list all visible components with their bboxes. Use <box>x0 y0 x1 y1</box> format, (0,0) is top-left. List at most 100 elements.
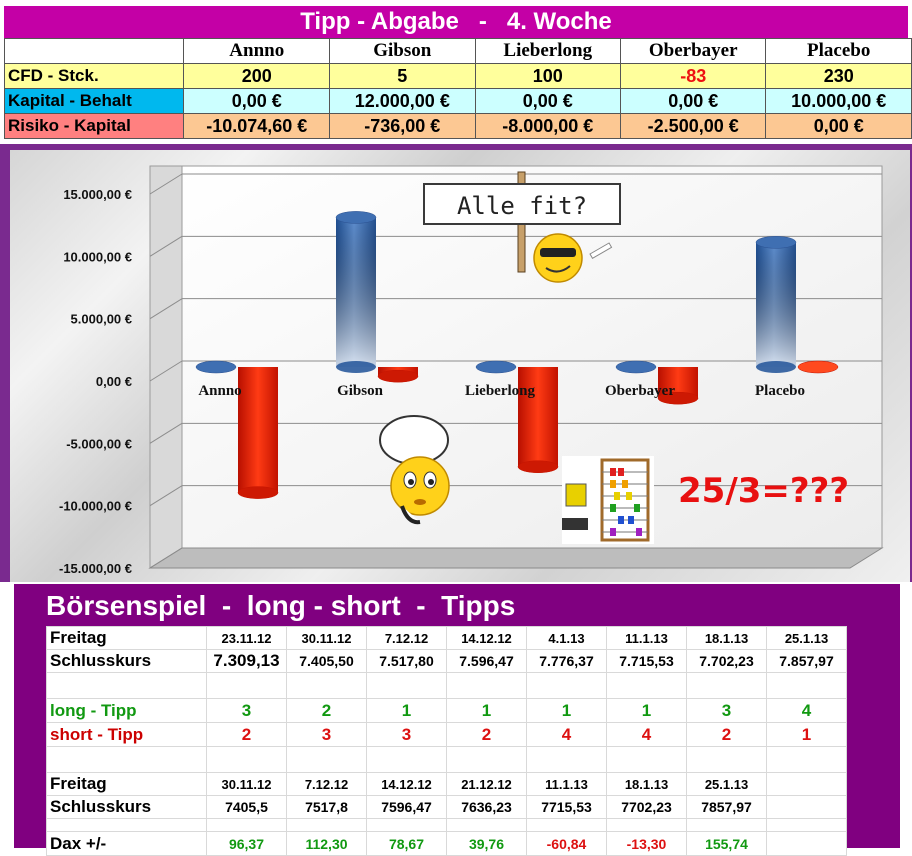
row-label: long - Tipp <box>47 699 207 723</box>
tipps-table: Freitag 23.11.12 30.11.12 7.12.12 14.12.… <box>46 626 847 856</box>
price-cell: 7857,97 <box>687 796 767 819</box>
short-cell: 1 <box>767 723 847 747</box>
table-cell: 0,00 € <box>184 89 330 114</box>
row-label: CFD - Stck. <box>5 64 184 89</box>
table-cell: 10.000,00 € <box>766 89 912 114</box>
bar <box>238 367 278 493</box>
short-cell: 3 <box>287 723 367 747</box>
table-cell: 230 <box>766 64 912 89</box>
freitag-row-2: Freitag 30.11.12 7.12.12 14.12.12 21.12.… <box>47 773 847 796</box>
table-cell: 0,00 € <box>620 89 765 114</box>
table-cell: -8.000,00 € <box>475 114 620 139</box>
bar-cap <box>798 361 838 373</box>
date-cell: 7.12.12 <box>367 627 447 650</box>
y-tick-label: -15.000,00 € <box>59 561 132 576</box>
header-player: Annno <box>184 39 330 64</box>
spacer-row <box>47 819 847 832</box>
long-cell: 1 <box>447 699 527 723</box>
row-label: Schlusskurs <box>47 796 207 819</box>
long-cell: 3 <box>687 699 767 723</box>
header-row: Annno Gibson Lieberlong Oberbayer Placeb… <box>5 39 912 64</box>
header-player: Placebo <box>766 39 912 64</box>
price-cell: 7715,53 <box>527 796 607 819</box>
chart-side-wall <box>150 166 182 568</box>
row-label: Kapital - Behalt <box>5 89 184 114</box>
bar-cap <box>476 361 516 373</box>
date-cell: 18.1.13 <box>607 773 687 796</box>
price-cell: 7702,23 <box>607 796 687 819</box>
table-cell: -10.074,60 € <box>184 114 330 139</box>
x-tick-label: Placebo <box>755 383 805 399</box>
schlusskurs-row-1: Schlusskurs 7.309,13 7.405,50 7.517,80 7… <box>47 650 847 673</box>
bar-base <box>756 361 796 373</box>
y-tick-label: 15.000,00 € <box>63 187 132 202</box>
price-cell: 7.596,47 <box>447 650 527 673</box>
table-cell: 200 <box>184 64 330 89</box>
row-label: short - Tipp <box>47 723 207 747</box>
short-cell: 2 <box>447 723 527 747</box>
bar-shade <box>756 242 796 367</box>
price-cell: 7.309,13 <box>207 650 287 673</box>
table-cell: 100 <box>475 64 620 89</box>
bar-base <box>238 487 278 499</box>
row-label: Freitag <box>47 773 207 796</box>
row-label: Freitag <box>47 627 207 650</box>
table-cell: 0,00 € <box>475 89 620 114</box>
table-cell: -2.500,00 € <box>620 114 765 139</box>
long-cell: 2 <box>287 699 367 723</box>
spacer-row <box>47 673 847 699</box>
bar <box>518 367 558 467</box>
bar-cap <box>196 361 236 373</box>
short-cell: 4 <box>607 723 687 747</box>
date-cell: 18.1.13 <box>687 627 767 650</box>
header-player: Lieberlong <box>475 39 620 64</box>
short-cell: 4 <box>527 723 607 747</box>
bar-cap <box>616 361 656 373</box>
x-tick-label: Gibson <box>337 383 384 399</box>
bar-cap <box>336 211 376 223</box>
title-banner: Tipp - Abgabe - 4. Woche <box>4 6 908 38</box>
bar-shade <box>336 217 376 367</box>
long-cell: 3 <box>207 699 287 723</box>
table-cell: -83 <box>620 64 765 89</box>
smiley-face-icon <box>534 234 582 282</box>
date-cell: 4.1.13 <box>527 627 607 650</box>
header-player: Oberbayer <box>620 39 765 64</box>
kapital-row: Kapital - Behalt 0,00 € 12.000,00 € 0,00… <box>5 89 912 114</box>
abacus-illustration <box>562 456 654 544</box>
long-tipp-row: long - Tipp 3 2 1 1 1 1 3 4 <box>47 699 847 723</box>
capital-table: Annno Gibson Lieberlong Oberbayer Placeb… <box>4 38 912 139</box>
date-cell: 30.11.12 <box>287 627 367 650</box>
bar-base <box>518 461 558 473</box>
x-tick-label: Lieberlong <box>465 383 535 399</box>
cfd-row: CFD - Stck. 200 5 100 -83 230 <box>5 64 912 89</box>
y-tick-label: 5.000,00 € <box>71 312 132 327</box>
date-cell: 30.11.12 <box>207 773 287 796</box>
bar-base <box>378 370 418 382</box>
date-cell: 25.1.13 <box>687 773 767 796</box>
schlusskurs-row-2: Schlusskurs 7405,5 7517,8 7596,47 7636,2… <box>47 796 847 819</box>
x-tick-label: Oberbayer <box>605 383 675 399</box>
short-cell: 2 <box>207 723 287 747</box>
capital-chart: 15.000,00 €10.000,00 €5.000,00 €0,00 €-5… <box>10 150 910 582</box>
table-cell: 5 <box>330 64 476 89</box>
date-cell: 21.12.12 <box>447 773 527 796</box>
date-cell: 11.1.13 <box>527 773 607 796</box>
date-cell: 23.11.12 <box>207 627 287 650</box>
header-player: Gibson <box>330 39 476 64</box>
date-cell: 25.1.13 <box>767 627 847 650</box>
date-cell <box>767 773 847 796</box>
long-cell: 1 <box>607 699 687 723</box>
long-cell: 1 <box>367 699 447 723</box>
thought-bubble-icon <box>380 416 448 464</box>
price-cell: 7.715,53 <box>607 650 687 673</box>
price-cell <box>767 796 847 819</box>
risiko-row: Risiko - Kapital -10.074,60 € -736,00 € … <box>5 114 912 139</box>
price-cell: 7596,47 <box>367 796 447 819</box>
y-tick-label: -5.000,00 € <box>66 436 132 451</box>
price-cell: 7.405,50 <box>287 650 367 673</box>
bar-base <box>336 361 376 373</box>
row-label: Schlusskurs <box>47 650 207 673</box>
table-cell: 12.000,00 € <box>330 89 476 114</box>
y-tick-label: -10.000,00 € <box>59 499 132 514</box>
